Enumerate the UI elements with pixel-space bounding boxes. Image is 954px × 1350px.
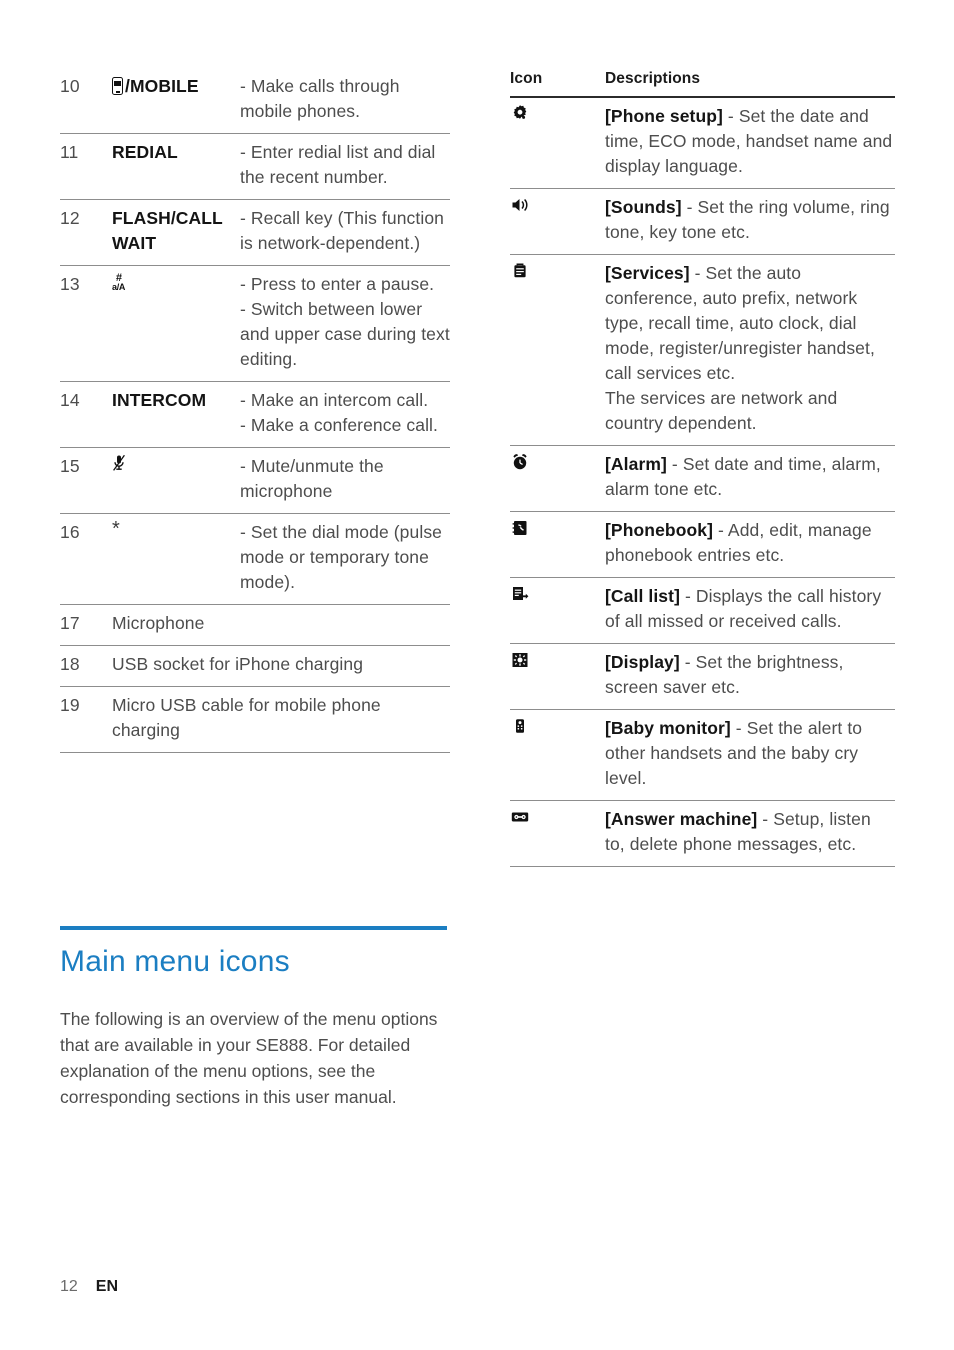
key-label: REDIAL [112, 142, 178, 162]
key-label: FLASH/CALL WAIT [112, 208, 223, 253]
key-description: - Recall key (This function is network-d… [240, 208, 445, 253]
row-number: 13 [60, 274, 80, 294]
key-description: - Make calls through mobile phones. [240, 76, 400, 121]
table-row: [Phonebook] - Add, edit, manage phoneboo… [510, 511, 895, 578]
table-row: 14 INTERCOM - Make an intercom call. - Ma… [60, 381, 450, 448]
key-description: - Enter redial list and dial the recent … [240, 142, 436, 187]
table-row: [Phone setup] - Set the date and time, E… [510, 97, 895, 189]
row-number: 15 [60, 456, 80, 476]
menu-item-label: [Phonebook] [605, 520, 714, 540]
baby-monitor-icon [510, 716, 530, 736]
call-list-icon [510, 584, 530, 604]
key-label: Microphone [112, 613, 205, 633]
row-number: 10 [60, 76, 80, 96]
menu-item-description: [Display] - Set the brightness, screen s… [605, 652, 844, 697]
menu-item-description: [Alarm] - Set date and time, alarm, alar… [605, 454, 881, 499]
page-number: 12 [60, 1278, 78, 1295]
speaker-icon [510, 195, 530, 215]
key-description: - Set the dial mode (pulse mode or tempo… [240, 522, 443, 592]
table-row: 10 /MOBILE - Make calls through mobile p… [60, 68, 450, 134]
mute-microphone-icon [112, 454, 126, 472]
table-row: [Baby monitor] - Set the alert to other … [510, 709, 895, 801]
menu-item-description: [Answer machine] - Setup, listen to, del… [605, 809, 871, 854]
table-row: [Display] - Set the brightness, screen s… [510, 643, 895, 710]
mobile-phone-icon [112, 77, 123, 95]
left-column: 10 /MOBILE - Make calls through mobile p… [60, 68, 450, 753]
menu-item-label: [Baby monitor] [605, 718, 731, 738]
briefcase-icon [510, 261, 530, 281]
row-number: 17 [60, 613, 80, 633]
menu-item-label: [Call list] [605, 586, 680, 606]
document-page: 10 /MOBILE - Make calls through mobile p… [0, 0, 954, 1350]
row-number: 18 [60, 654, 80, 674]
table-row: 18 USB socket for iPhone charging [60, 645, 450, 687]
key-description: - Mute/unmute the microphone [240, 456, 384, 501]
section-body-text: The following is an overview of the menu… [60, 1009, 438, 1107]
row-number: 12 [60, 208, 80, 228]
menu-item-label: [Sounds] [605, 197, 682, 217]
table-row: 12 FLASH/CALL WAIT - Recall key (This fu… [60, 199, 450, 266]
key-label: Micro USB cable for mobile phone chargin… [112, 695, 381, 740]
main-menu-icons-section: Main menu icons The following is an over… [60, 926, 450, 1110]
table-row: 13 # a/A - Press to enter a pause. - Swit… [60, 265, 450, 382]
row-number: 14 [60, 390, 80, 410]
language-code: EN [95, 1278, 119, 1295]
menu-item-description: [Services] - Set the auto conference, au… [605, 263, 875, 433]
menu-item-description: [Call list] - Displays the call history … [605, 586, 881, 631]
table-row: [Services] - Set the auto conference, au… [510, 254, 895, 446]
key-label: INTERCOM [112, 390, 207, 410]
page-title: Main menu icons [60, 945, 290, 978]
hash-case-switch-icon: # a/A [112, 272, 125, 292]
menu-item-label: [Display] [605, 652, 680, 672]
row-number: 11 [60, 142, 79, 162]
section-rule [60, 926, 447, 930]
menu-item-label: [Services] [605, 263, 690, 283]
case-glyph: a/A [112, 282, 126, 292]
key-label: /MOBILE [125, 76, 199, 96]
asterisk-icon: * [112, 518, 120, 540]
right-column: Icon Descriptions [Phone setup] - Set th… [510, 68, 895, 867]
key-description: - Make an intercom call. - Make a confere… [240, 390, 439, 435]
menu-item-label: [Answer machine] [605, 809, 758, 829]
menu-item-description: [Phonebook] - Add, edit, manage phoneboo… [605, 520, 872, 565]
table-row: [Answer machine] - Setup, listen to, del… [510, 800, 895, 867]
table-row: [Sounds] - Set the ring volume, ring ton… [510, 188, 895, 255]
menu-item-label: [Alarm] [605, 454, 667, 474]
table-row: [Call list] - Displays the call history … [510, 577, 895, 644]
table-row: 17 Microphone [60, 604, 450, 646]
table-header-row: Icon Descriptions [510, 68, 895, 98]
key-label: USB socket for iPhone charging [112, 654, 364, 674]
alarm-clock-icon [510, 452, 530, 472]
row-number: 19 [60, 695, 80, 715]
menu-item-description: [Baby monitor] - Set the alert to other … [605, 718, 862, 788]
display-brightness-icon [510, 650, 530, 670]
menu-item-description: [Phone setup] - Set the date and time, E… [605, 106, 892, 176]
menu-item-label: [Phone setup] [605, 106, 723, 126]
row-number: 16 [60, 522, 80, 542]
answer-machine-icon [510, 807, 530, 827]
menu-item-text: - Set the auto conference, auto prefix, … [605, 263, 875, 433]
main-menu-icons-table: Icon Descriptions [Phone setup] - Set th… [510, 68, 895, 867]
table-row: 19 Micro USB cable for mobile phone char… [60, 686, 450, 753]
gear-icon [510, 104, 530, 124]
key-descriptions-table: 10 /MOBILE - Make calls through mobile p… [60, 68, 450, 753]
key-description: - Press to enter a pause. - Switch betwee… [240, 274, 450, 369]
menu-item-description: [Sounds] - Set the ring volume, ring ton… [605, 197, 890, 242]
table-row: 16 * - Set the dial mode (pulse mode or … [60, 513, 450, 605]
phonebook-icon [510, 518, 530, 538]
page-footer: 12 EN [60, 1278, 118, 1296]
column-header-icon: Icon [510, 70, 543, 87]
table-row: 15 - Mute/unmute the microphone [60, 447, 450, 514]
table-row: [Alarm] - Set date and time, alarm, alar… [510, 445, 895, 512]
column-header-descriptions: Descriptions [605, 70, 701, 87]
table-row: 11 REDIAL - Enter redial list and dial t… [60, 133, 450, 200]
